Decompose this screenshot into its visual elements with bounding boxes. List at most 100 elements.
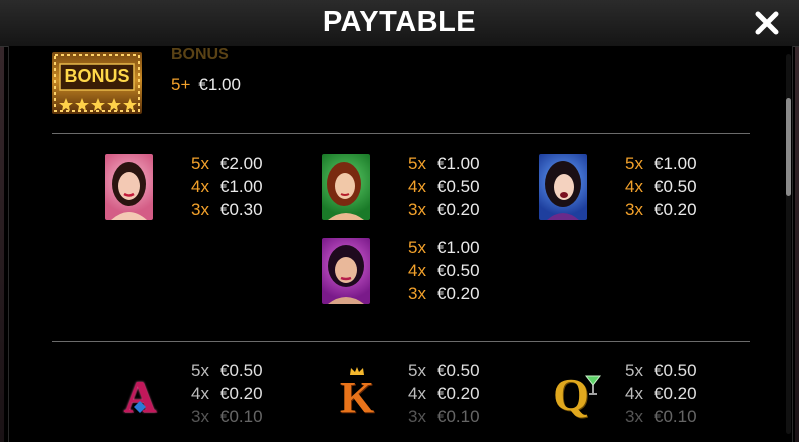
cocktail-icon [585, 375, 601, 395]
woman-blue-symbol [539, 154, 587, 220]
pay-multiplier: 5x [408, 238, 426, 257]
woman-pink-pays: 5x €2.00 4x €1.00 3x €0.30 [191, 152, 263, 221]
pay-multiplier: 4x [408, 177, 426, 196]
pay-row: 5x €0.50 [408, 359, 480, 382]
pay-multiplier: 3x [191, 200, 209, 219]
pay-row: 3x €0.20 [625, 198, 697, 221]
pay-multiplier: 5x [625, 154, 643, 173]
woman-purple-symbol [322, 238, 370, 304]
pay-row: 3x €0.10 [191, 405, 263, 428]
bonus-icon-text: BONUS [64, 66, 130, 86]
pay-row: 4x €0.50 [625, 175, 697, 198]
pay-value: €0.50 [437, 261, 480, 280]
pay-multiplier: 3x [408, 407, 426, 426]
pay-row: 3x €0.10 [408, 405, 480, 428]
bonus-multiplier: 5+ [171, 75, 191, 94]
pay-row: 4x €1.00 [191, 175, 263, 198]
pay-row: 5x €1.00 [408, 236, 480, 259]
pay-value: €0.50 [654, 361, 697, 380]
pay-value: €0.20 [437, 284, 480, 303]
pay-multiplier: 5x [625, 361, 643, 380]
pay-multiplier: 4x [625, 384, 643, 403]
section-divider [52, 133, 750, 134]
paytable-content[interactable]: BONUS BONUS 5+ €1.00 5x €2.00 4x €1.00 3x €0… [8, 46, 793, 442]
pay-multiplier: 3x [408, 200, 426, 219]
card-a-symbol: A [117, 370, 163, 422]
pay-multiplier: 4x [625, 177, 643, 196]
woman-pink-symbol [105, 154, 153, 220]
card-q-symbol: Q [551, 368, 603, 422]
diamond-icon [134, 401, 146, 413]
card-k-symbol: K [334, 366, 380, 422]
paytable-header: PAYTABLE [0, 0, 799, 47]
pay-row: 3x €0.20 [408, 282, 480, 305]
pay-multiplier: 4x [191, 384, 209, 403]
pay-row: 5x €0.50 [625, 359, 697, 382]
pay-value: €0.50 [654, 177, 697, 196]
pay-value: €0.20 [220, 384, 263, 403]
pay-row: 4x €0.20 [625, 382, 697, 405]
pay-multiplier: 3x [191, 407, 209, 426]
pay-row: 5x €1.00 [408, 152, 480, 175]
pay-multiplier: 5x [191, 361, 209, 380]
pay-row: 5x €0.50 [191, 359, 263, 382]
pay-multiplier: 4x [191, 177, 209, 196]
pay-value: €0.20 [437, 384, 480, 403]
woman-portrait-icon [328, 245, 364, 304]
bonus-pay: 5+ €1.00 [171, 75, 241, 95]
woman-purple-pays: 5x €1.00 4x €0.50 3x €0.20 [408, 236, 480, 305]
pay-value: €1.00 [437, 238, 480, 257]
pay-value: €0.50 [437, 177, 480, 196]
woman-portrait-icon [111, 162, 147, 220]
pay-multiplier: 4x [408, 384, 426, 403]
frame-right [795, 0, 799, 442]
card-k-pays: 5x €0.50 4x €0.20 3x €0.10 [408, 359, 480, 428]
close-icon [755, 11, 779, 35]
pay-row: 3x €0.20 [408, 198, 480, 221]
pay-value: €0.20 [654, 384, 697, 403]
pay-row: 4x €0.50 [408, 259, 480, 282]
woman-blue-pays: 5x €1.00 4x €0.50 3x €0.20 [625, 152, 697, 221]
page-title: PAYTABLE [322, 6, 477, 38]
bonus-symbol: BONUS [52, 52, 142, 114]
pay-row: 3x €0.30 [191, 198, 263, 221]
pay-value: €1.00 [437, 154, 480, 173]
card-a-pays: 5x €0.50 4x €0.20 3x €0.10 [191, 359, 263, 428]
pay-multiplier: 3x [625, 407, 643, 426]
close-button[interactable] [753, 9, 781, 37]
pay-multiplier: 5x [408, 361, 426, 380]
pay-value: €1.00 [654, 154, 697, 173]
pay-multiplier: 5x [191, 154, 209, 173]
woman-green-symbol [322, 154, 370, 220]
pay-multiplier: 4x [408, 261, 426, 280]
pay-value: €1.00 [220, 177, 263, 196]
bonus-label: BONUS [171, 46, 229, 63]
pay-row: 4x €0.20 [191, 382, 263, 405]
pay-value: €2.00 [220, 154, 263, 173]
card-q-pays: 5x €0.50 4x €0.20 3x €0.10 [625, 359, 697, 428]
pay-value: €0.50 [220, 361, 263, 380]
pay-value: €0.20 [654, 200, 697, 219]
pay-value: €0.10 [220, 407, 263, 426]
frame-left [0, 0, 4, 442]
woman-portrait-icon [545, 161, 581, 220]
pay-row: 5x €2.00 [191, 152, 263, 175]
bonus-value: €1.00 [198, 75, 241, 94]
pay-multiplier: 3x [408, 284, 426, 303]
pay-value: €0.30 [220, 200, 263, 219]
pay-value: €0.20 [437, 200, 480, 219]
section-divider [52, 341, 750, 342]
card-k-letter: K [339, 373, 375, 422]
card-a-letter: A [123, 371, 157, 422]
pay-value: €0.50 [437, 361, 480, 380]
woman-green-pays: 5x €1.00 4x €0.50 3x €0.20 [408, 152, 480, 221]
pay-multiplier: 5x [408, 154, 426, 173]
pay-row: 4x €0.50 [408, 175, 480, 198]
pay-multiplier: 3x [625, 200, 643, 219]
pay-value: €0.10 [654, 407, 697, 426]
pay-row: 4x €0.20 [408, 382, 480, 405]
pay-value: €0.10 [437, 407, 480, 426]
pay-row: 3x €0.10 [625, 405, 697, 428]
scrollbar-thumb[interactable] [786, 98, 791, 196]
woman-portrait-icon [327, 162, 364, 220]
